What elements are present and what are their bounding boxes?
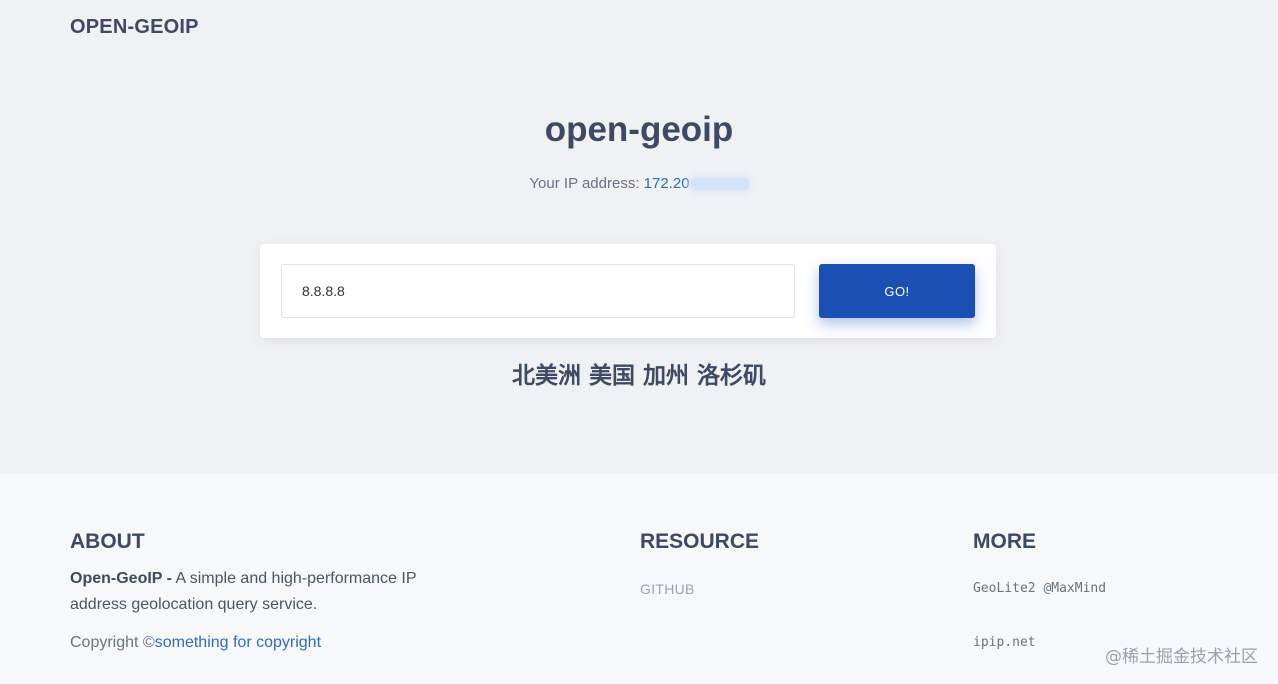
resource-heading: RESOURCE [640, 530, 760, 553]
github-link[interactable]: GITHUB [640, 581, 695, 597]
your-ip-line: Your IP address: 172.20 [0, 175, 1278, 192]
page-title: open-geoip [544, 110, 734, 149]
hero-section: OPEN-GEOIP open-geoip Your IP address: 1… [0, 0, 1278, 474]
footer: ABOUT Open-GeoIP - A simple and high-per… [0, 474, 1278, 684]
ip-value: 172.20 [643, 175, 690, 192]
search-card: GO! [260, 244, 996, 338]
ipip-link[interactable]: ipip.net [973, 635, 1036, 650]
about-name: Open-GeoIP - [70, 570, 172, 587]
copyright: Copyright ©something for copyright [70, 634, 321, 652]
ip-query-input[interactable] [281, 264, 795, 318]
geolite2-link[interactable]: GeoLite2 @MaxMind [973, 581, 1106, 596]
geolocation-result: 北美洲 美国 加州 洛杉矶 [511, 363, 767, 389]
ip-label: Your IP address: [529, 175, 644, 192]
go-button[interactable]: GO! [819, 264, 975, 318]
copyright-link[interactable]: something for copyright [155, 634, 321, 651]
watermark: @稀土掘金技术社区 [1105, 647, 1258, 667]
redacted-ip-blur [690, 178, 749, 191]
copyright-prefix: Copyright © [70, 634, 155, 651]
about-description: Open-GeoIP - A simple and high-performan… [70, 566, 450, 618]
about-heading: ABOUT [70, 530, 145, 553]
brand-logo[interactable]: OPEN-GEOIP [70, 16, 199, 39]
more-heading: MORE [973, 530, 1036, 553]
